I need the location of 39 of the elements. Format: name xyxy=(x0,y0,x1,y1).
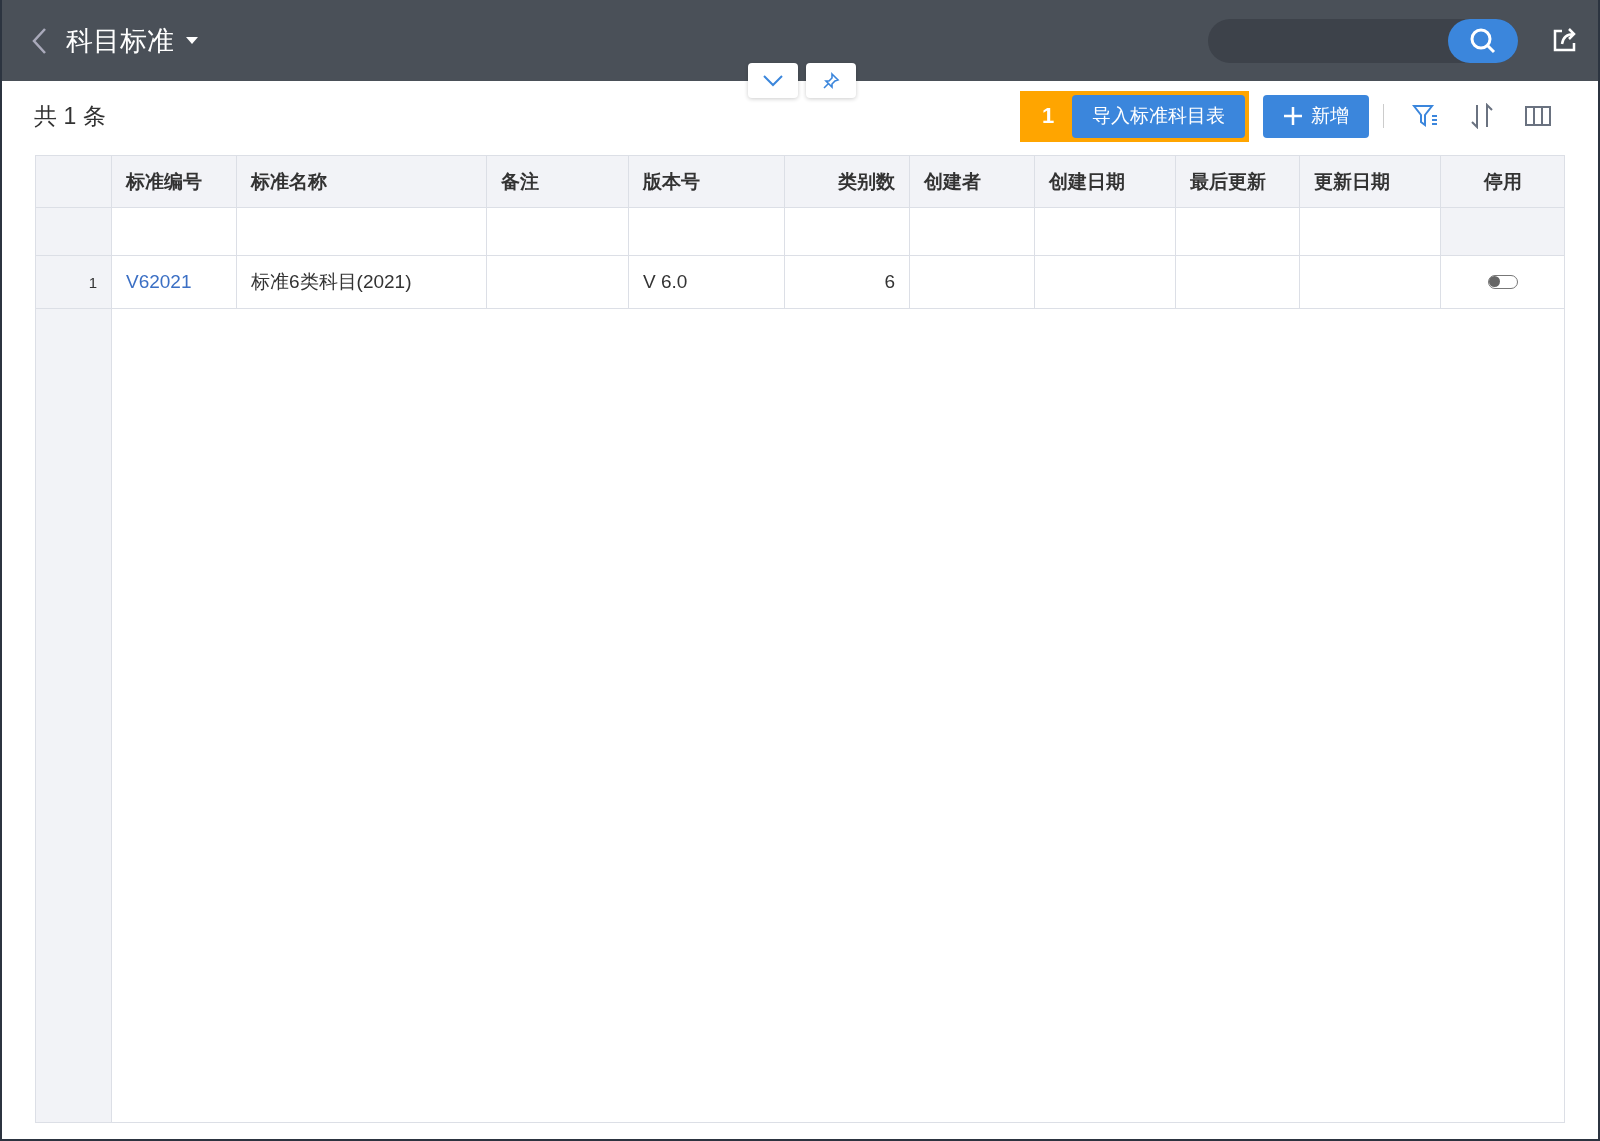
column-header: 版本号 xyxy=(629,156,785,207)
filter-field[interactable] xyxy=(487,208,629,255)
search-button[interactable] xyxy=(1448,18,1518,63)
add-button[interactable]: 新增 xyxy=(1263,94,1369,138)
filter-field[interactable] xyxy=(910,208,1035,255)
column-header: 创建日期 xyxy=(1035,156,1176,207)
column-header: 标准编号 xyxy=(112,156,237,207)
search-icon xyxy=(1469,26,1497,55)
column-header: 更新日期 xyxy=(1300,156,1441,207)
column-header: 标准名称 xyxy=(237,156,487,207)
pin-icon xyxy=(822,71,840,90)
page-title: 科目标准 xyxy=(66,24,174,58)
column-header: 最后更新 xyxy=(1176,156,1300,207)
code-link[interactable]: V62021 xyxy=(126,271,192,293)
filter-field[interactable] xyxy=(1035,208,1176,255)
filter-field[interactable] xyxy=(237,208,487,255)
column-header: 创建者 xyxy=(910,156,1035,207)
pin-tab[interactable] xyxy=(806,63,856,98)
import-button[interactable]: 导入标准科目表 xyxy=(1072,94,1245,138)
search-field[interactable] xyxy=(1208,18,1518,63)
filter-field[interactable] xyxy=(785,208,910,255)
filter-field[interactable] xyxy=(1300,208,1441,255)
record-count: 共 1 条 xyxy=(34,101,106,131)
table-cell: 标准6类科目(2021) xyxy=(237,256,487,308)
table-cell: 6 xyxy=(785,256,910,308)
row-number: 1 xyxy=(36,256,112,308)
column-header: 类别数 xyxy=(785,156,910,207)
disable-switch[interactable] xyxy=(1487,275,1518,289)
filter-field[interactable] xyxy=(1176,208,1300,255)
column-header: 备注 xyxy=(487,156,629,207)
caret-icon[interactable] xyxy=(186,36,198,45)
plus-icon xyxy=(1283,106,1303,126)
filter-field[interactable] xyxy=(629,208,785,255)
collapse-tab[interactable] xyxy=(748,63,798,98)
filter-field[interactable] xyxy=(112,208,237,255)
step-number: 1 xyxy=(1040,103,1056,129)
table-cell: V 6.0 xyxy=(629,256,785,308)
chevron-down-icon xyxy=(763,74,783,87)
column-header: 停用 xyxy=(1482,169,1523,194)
